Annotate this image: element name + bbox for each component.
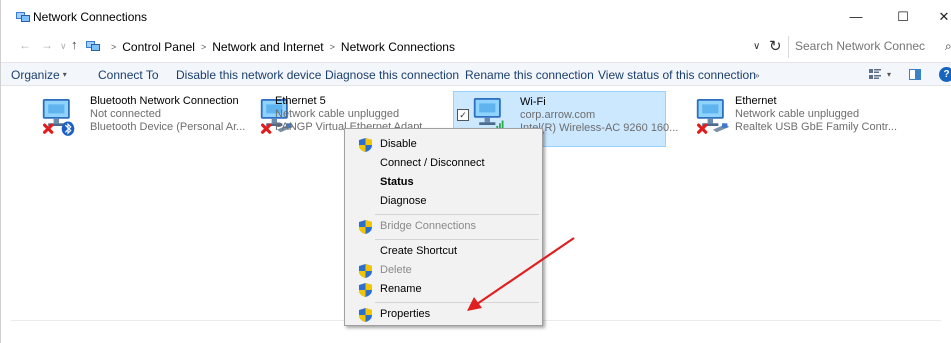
bluetooth-adapter-icon: [42, 99, 75, 136]
refresh-icon[interactable]: ↻: [769, 37, 782, 55]
uac-shield-icon: [359, 283, 372, 297]
organize-chevron-icon: ▾: [62, 70, 67, 79]
menu-item-label: Connect / Disconnect: [380, 157, 485, 169]
menu-item-label: Rename: [380, 283, 422, 295]
breadcrumb-chevron-icon[interactable]: >: [330, 42, 335, 52]
title-bar: Network Connections — ☐ ✕: [1, 0, 951, 32]
menu-item-bridge-connections[interactable]: Bridge Connections: [345, 217, 542, 236]
connection-item-bluetooth[interactable]: Bluetooth Network Connection Not connect…: [39, 91, 245, 147]
menu-item-label: Create Shortcut: [380, 245, 458, 257]
minimize-button[interactable]: —: [841, 6, 871, 28]
breadcrumb-network-connections[interactable]: Network Connections: [341, 40, 455, 54]
uac-shield-icon: [359, 138, 372, 152]
close-button[interactable]: ✕: [929, 6, 951, 28]
breadcrumb-chevron-icon[interactable]: >: [201, 42, 206, 52]
search-icon[interactable]: ⌕: [945, 39, 951, 54]
menu-item-status[interactable]: Status: [345, 173, 542, 192]
connection-name: Wi-Fi: [520, 96, 546, 108]
forward-arrow-icon[interactable]: →: [41, 38, 53, 52]
menu-item-disable[interactable]: Disable: [345, 135, 542, 154]
disable-device-button[interactable]: Disable this network device: [176, 68, 321, 82]
window-title: Network Connections: [33, 10, 148, 24]
connection-name: Ethernet: [735, 95, 777, 107]
menu-item-delete[interactable]: Delete: [345, 261, 542, 280]
search-box: ⌕: [788, 36, 951, 58]
view-options-icon[interactable]: [869, 69, 881, 79]
ethernet-adapter-icon: [696, 99, 730, 134]
menu-item-label: Disable: [380, 138, 417, 150]
connection-text: Bluetooth Network Connection Not connect…: [90, 95, 245, 134]
connection-status: Network cable unplugged: [275, 108, 400, 120]
breadcrumb-chevron-icon[interactable]: >: [111, 42, 116, 52]
network-connections-window: Network Connections — ☐ ✕ ← → ∨ ↑ > Contr…: [0, 0, 951, 343]
back-arrow-icon[interactable]: ←: [19, 38, 31, 52]
more-commands-chevron-icon[interactable]: »: [755, 71, 759, 80]
organize-menu-button[interactable]: Organize ▾: [11, 68, 67, 82]
connection-name: Ethernet 5: [275, 95, 326, 107]
address-dropdown-chevron-icon[interactable]: ∨: [753, 41, 760, 52]
recent-locations-chevron-icon[interactable]: ∨: [60, 41, 67, 52]
menu-item-label: Status: [380, 176, 414, 188]
menu-item-properties[interactable]: Properties: [345, 305, 542, 324]
menu-separator: [375, 239, 539, 240]
preview-pane-icon[interactable]: [909, 69, 921, 80]
command-bar: Organize ▾ Connect To Disable this networ…: [1, 62, 951, 86]
menu-item-label: Bridge Connections: [380, 220, 477, 232]
view-status-button[interactable]: View status of this connection: [598, 68, 756, 82]
menu-item-rename[interactable]: Rename: [345, 280, 542, 299]
menu-item-label: Properties: [380, 308, 431, 320]
connection-status: Network cable unplugged: [735, 108, 860, 120]
uac-shield-icon: [359, 220, 372, 234]
connection-device: Bluetooth Device (Personal Ar...: [90, 121, 246, 133]
menu-item-diagnose[interactable]: Diagnose: [345, 192, 542, 211]
menu-separator: [375, 214, 539, 215]
organize-label: Organize: [11, 68, 60, 82]
connection-device: Intel(R) Wireless-AC 9260 160...: [520, 122, 679, 134]
search-input[interactable]: [795, 36, 925, 56]
uac-shield-icon: [359, 308, 372, 322]
breadcrumb: > Control Panel > Network and Internet > Netw…: [105, 40, 455, 54]
help-icon[interactable]: ?: [939, 67, 951, 82]
network-folder-icon: [86, 41, 100, 51]
breadcrumb-network-and-internet[interactable]: Network and Internet: [212, 40, 323, 54]
uac-shield-icon: [359, 264, 372, 278]
view-options-chevron-icon[interactable]: ▾: [887, 70, 891, 79]
address-bar: ← → ∨ ↑ > Control Panel > Network and Inter…: [1, 35, 951, 59]
connect-to-button[interactable]: Connect To: [98, 68, 159, 82]
connection-status: corp.arrow.com: [520, 109, 596, 121]
context-menu: Disable Connect / Disconnect Status Diag…: [344, 128, 543, 326]
network-folder-icon: [16, 12, 30, 22]
diagnose-connection-button[interactable]: Diagnose this connection: [325, 68, 459, 82]
connection-name: Bluetooth Network Connection: [90, 95, 239, 107]
menu-item-label: Diagnose: [380, 195, 427, 207]
breadcrumb-control-panel[interactable]: Control Panel: [122, 40, 195, 54]
connection-text: Ethernet Network cable unplugged Realtek…: [735, 95, 897, 134]
connection-text: Wi-Fi corp.arrow.com Intel(R) Wireless-A…: [520, 96, 678, 135]
menu-item-label: Delete: [380, 264, 412, 276]
rename-connection-button[interactable]: Rename this connection: [465, 68, 594, 82]
menu-item-create-shortcut[interactable]: Create Shortcut: [345, 242, 542, 261]
menu-item-connect-disconnect[interactable]: Connect / Disconnect: [345, 154, 542, 173]
up-arrow-icon[interactable]: ↑: [71, 37, 78, 52]
selection-checkbox[interactable]: ✓: [457, 109, 469, 121]
connection-status: Not connected: [90, 108, 161, 120]
connection-device: Realtek USB GbE Family Contr...: [735, 121, 897, 133]
connection-item-ethernet[interactable]: Ethernet Network cable unplugged Realtek…: [693, 91, 897, 147]
menu-separator: [375, 302, 539, 303]
maximize-button[interactable]: ☐: [888, 6, 918, 28]
